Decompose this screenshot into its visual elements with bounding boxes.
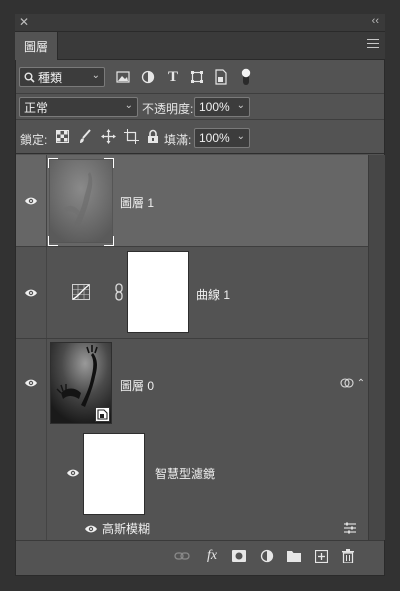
layers-bottom-toolbar: fx bbox=[16, 540, 384, 570]
tab-layers[interactable]: 圖層 bbox=[15, 32, 58, 60]
blend-mode-dropdown[interactable]: 正常 ⌄ bbox=[19, 97, 138, 117]
lock-label: 鎖定: bbox=[20, 133, 48, 147]
new-layer-icon[interactable] bbox=[313, 548, 329, 564]
eye-icon[interactable] bbox=[66, 468, 80, 478]
layer-style-fx-icon[interactable]: fx bbox=[204, 548, 220, 564]
filter-effect-name[interactable]: 高斯模糊 bbox=[102, 520, 150, 537]
lock-transparent-pixels-icon[interactable] bbox=[56, 130, 69, 143]
eye-icon[interactable] bbox=[24, 196, 38, 206]
adjustment-filter-icon[interactable] bbox=[141, 70, 155, 84]
fill-input[interactable]: 100% ⌄ bbox=[194, 128, 250, 148]
chevron-up-icon[interactable]: ⌃ bbox=[355, 377, 367, 389]
layer-mask-thumbnail[interactable] bbox=[127, 251, 189, 333]
smart-filter-mask-thumbnail[interactable] bbox=[83, 433, 145, 515]
smart-object-badge-icon bbox=[95, 407, 110, 422]
panel-title-bar: ✕ ‹‹ bbox=[15, 14, 385, 32]
opacity-value: 100% bbox=[199, 100, 230, 114]
link-layers-icon[interactable] bbox=[174, 548, 190, 564]
fill-value: 100% bbox=[199, 131, 230, 145]
chevron-down-icon: ⌄ bbox=[124, 100, 133, 111]
eye-icon[interactable] bbox=[24, 378, 38, 388]
visibility-column bbox=[16, 155, 47, 246]
smart-object-filter-icon[interactable] bbox=[214, 69, 228, 85]
filter-kind-label: 種類 bbox=[38, 70, 63, 85]
search-icon bbox=[24, 72, 35, 83]
tab-layers-label: 圖層 bbox=[23, 39, 48, 54]
new-adjustment-layer-icon[interactable] bbox=[259, 548, 275, 564]
pixel-filter-icon[interactable] bbox=[116, 71, 130, 83]
lock-row: 鎖定: 填滿: 100% ⌄ bbox=[16, 120, 384, 154]
opacity-input[interactable]: 100% ⌄ bbox=[194, 97, 250, 117]
visibility-column bbox=[16, 247, 47, 338]
blend-row: 正常 ⌄ 不透明度: 100% ⌄ bbox=[16, 94, 384, 120]
collapse-icon[interactable]: ‹‹ bbox=[372, 15, 379, 27]
filter-toggle-switch[interactable] bbox=[240, 67, 252, 87]
layer-name[interactable]: 曲線 1 bbox=[196, 286, 230, 303]
lock-position-icon[interactable] bbox=[101, 129, 116, 144]
layer-name[interactable]: 圖層 1 bbox=[120, 194, 154, 211]
filter-effect-row[interactable]: 高斯模糊 bbox=[16, 517, 368, 540]
fill-label: 填滿: bbox=[164, 133, 192, 147]
lock-image-pixels-icon[interactable] bbox=[78, 129, 92, 144]
layer-thumbnail[interactable] bbox=[50, 342, 112, 424]
panel-menu-icon[interactable] bbox=[367, 39, 379, 51]
new-group-folder-icon[interactable] bbox=[286, 548, 302, 564]
trash-icon[interactable] bbox=[340, 548, 356, 564]
chevron-down-icon: ⌄ bbox=[91, 70, 100, 81]
layer-thumbnail[interactable] bbox=[48, 158, 114, 246]
eye-icon[interactable] bbox=[84, 524, 98, 534]
curves-adjustment-icon[interactable] bbox=[72, 284, 90, 300]
type-filter-icon[interactable]: T bbox=[166, 69, 180, 85]
eye-icon[interactable] bbox=[24, 288, 38, 298]
link-icon[interactable] bbox=[114, 283, 124, 301]
tab-row: 圖層 bbox=[15, 32, 385, 60]
blend-mode-value: 正常 bbox=[24, 100, 49, 115]
close-icon[interactable]: ✕ bbox=[19, 15, 29, 29]
smart-filters-row[interactable]: 智慧型濾鏡 bbox=[16, 431, 368, 517]
lock-all-icon[interactable] bbox=[147, 129, 159, 144]
filter-blending-options-icon[interactable] bbox=[343, 522, 357, 534]
chevron-down-icon[interactable]: ⌄ bbox=[237, 131, 245, 142]
add-layer-mask-icon[interactable] bbox=[231, 548, 247, 564]
layer-name[interactable]: 圖層 0 bbox=[120, 377, 154, 394]
shape-filter-icon[interactable] bbox=[190, 70, 204, 84]
layer-row[interactable]: 曲線 1 bbox=[16, 247, 368, 339]
chevron-down-icon[interactable]: ⌄ bbox=[237, 100, 245, 111]
opacity-label: 不透明度: bbox=[142, 102, 194, 116]
layer-row[interactable]: 圖層 1 bbox=[16, 155, 368, 247]
layers-scrollbar[interactable] bbox=[368, 155, 385, 540]
layer-row[interactable]: 圖層 0 ⌃ bbox=[16, 339, 368, 540]
filter-kind-dropdown[interactable]: 種類 ⌄ bbox=[19, 67, 105, 87]
filter-row: 種類 ⌄ T bbox=[16, 60, 384, 94]
smart-filters-label[interactable]: 智慧型濾鏡 bbox=[155, 465, 215, 482]
smart-filter-indicator-icon[interactable] bbox=[340, 376, 354, 390]
lock-artboard-icon[interactable] bbox=[124, 129, 139, 144]
